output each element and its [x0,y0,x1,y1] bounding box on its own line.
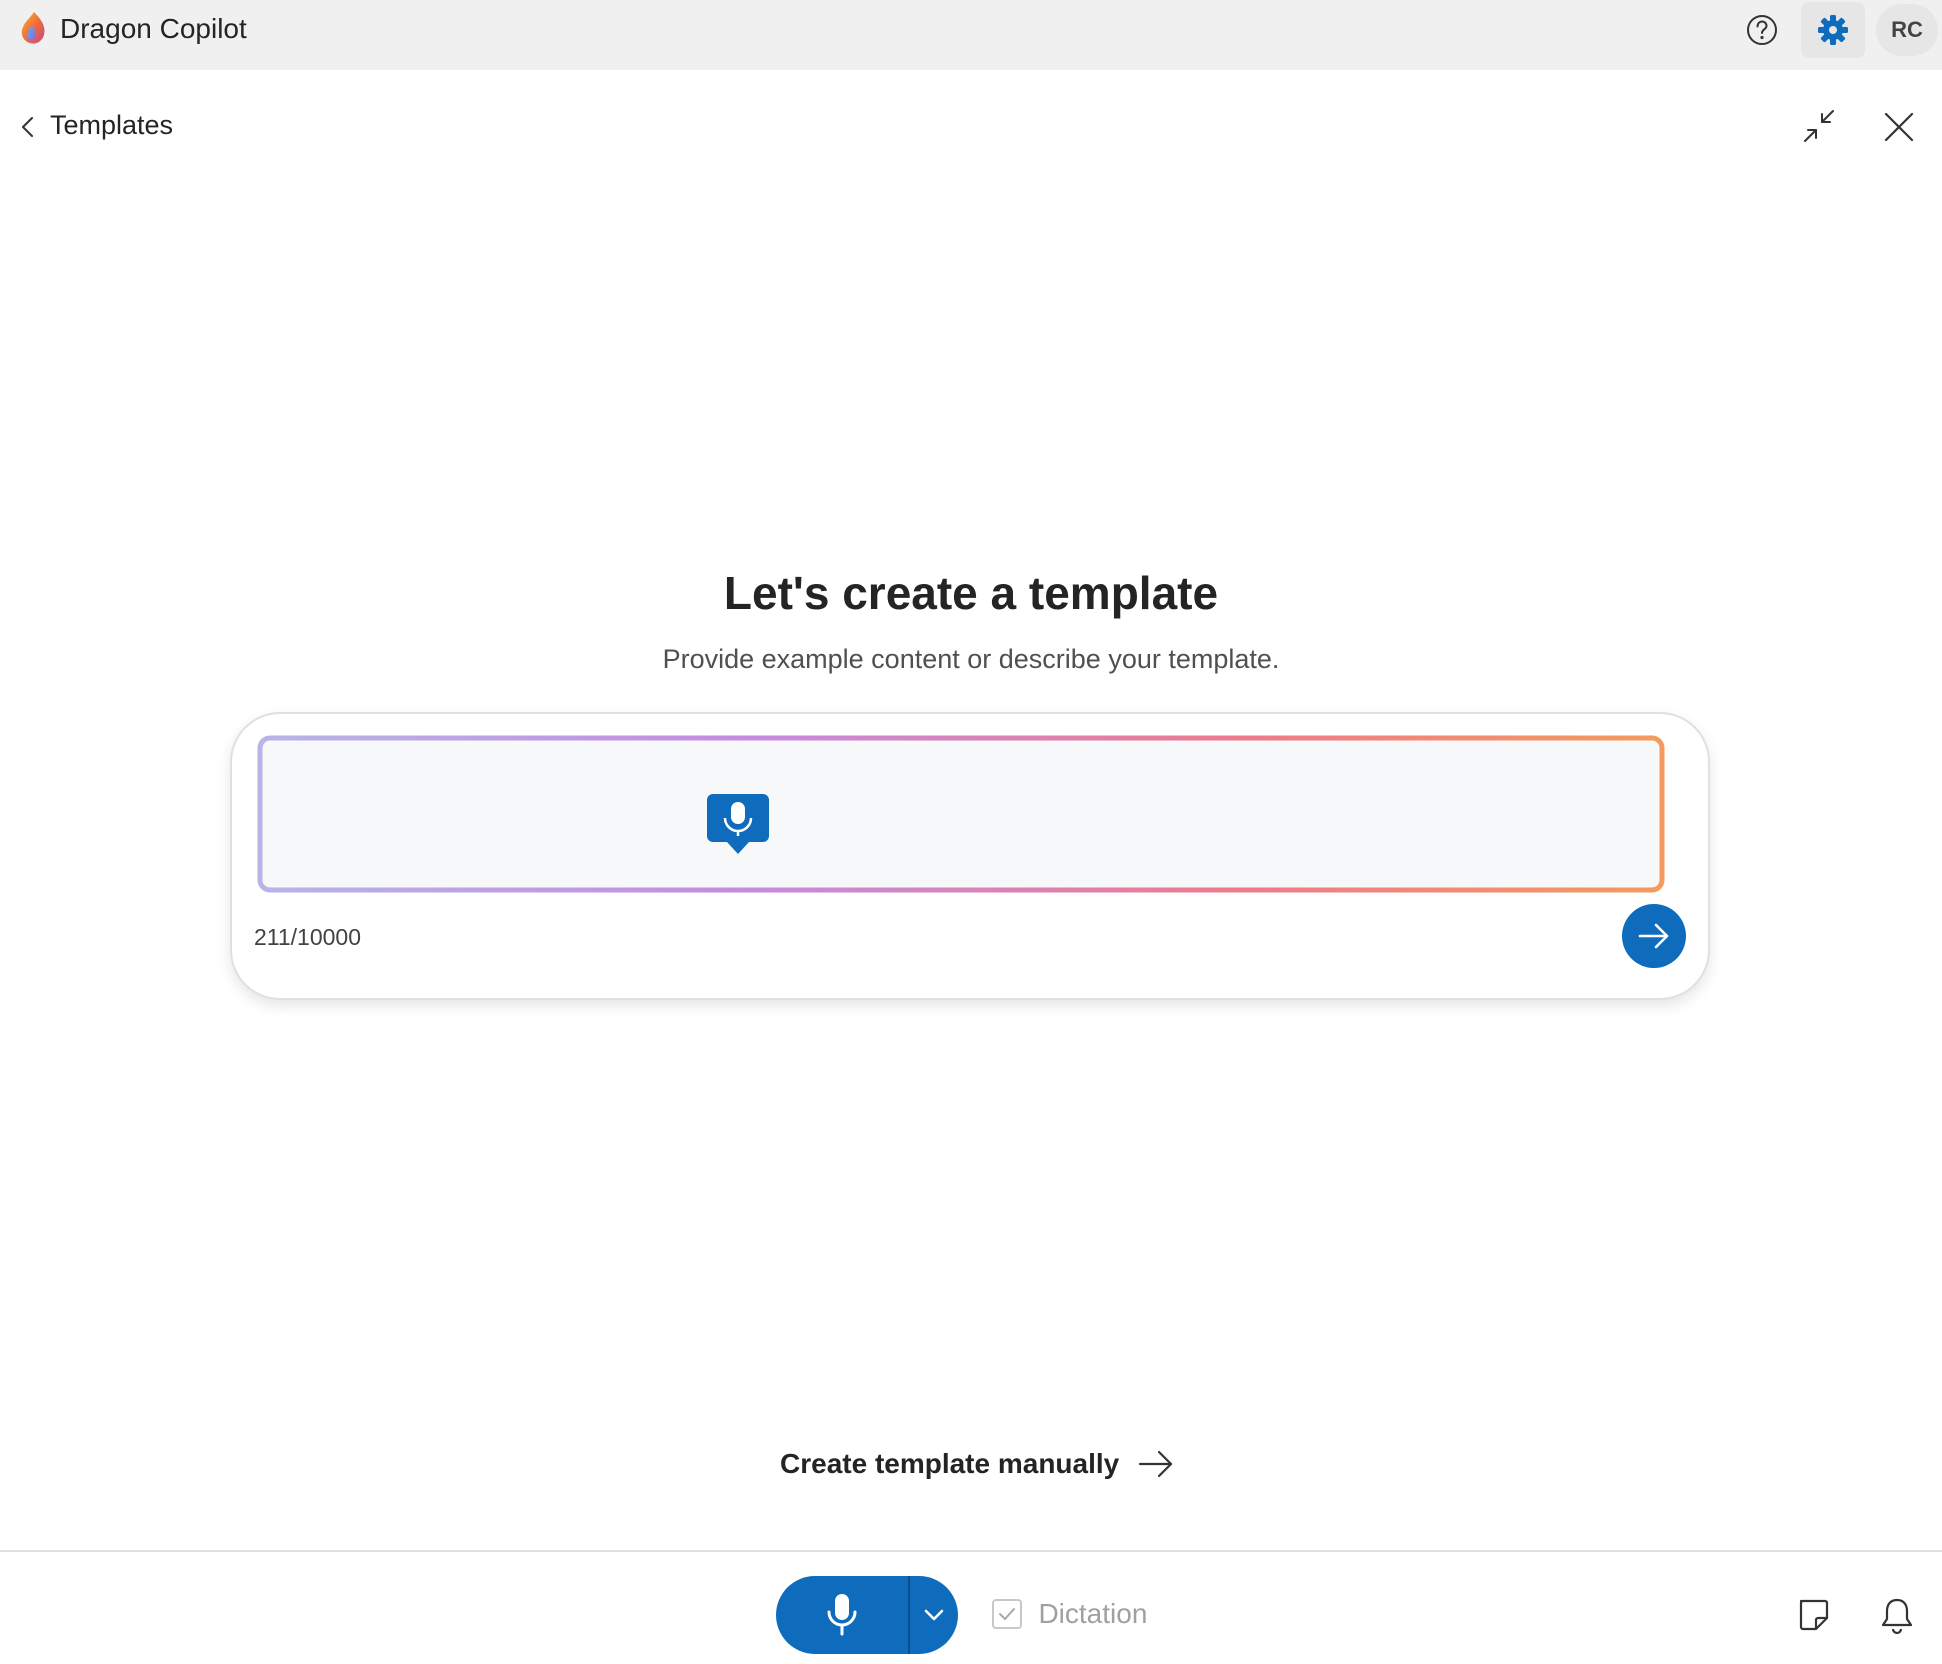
arrow-right-icon [1638,923,1669,949]
close-button[interactable] [1878,106,1920,148]
chevron-down-icon [924,1609,944,1621]
notifications-button[interactable] [1876,1594,1918,1636]
help-icon [1747,15,1777,45]
close-icon [1884,112,1914,142]
microphone-button-group [776,1576,958,1654]
create-template-manually-link[interactable]: Create template manually [780,1448,1174,1488]
back-button[interactable] [14,110,44,144]
checkmark-icon [999,1608,1015,1620]
dragon-copilot-logo-icon [21,12,45,44]
template-input-area[interactable] [256,734,1666,894]
create-template-manually-label: Create template manually [780,1448,1120,1479]
main-title: Let's create a template [723,567,1219,619]
main-subtitle: Provide example content or describe your… [662,644,1280,674]
microphone-button[interactable] [776,1576,908,1654]
collapse-icon [1804,110,1834,142]
gear-icon [1818,15,1848,45]
bottom-divider [0,1550,1942,1552]
help-button[interactable] [1730,2,1794,58]
send-button[interactable] [1622,904,1686,968]
sticky-note-button[interactable] [1792,1594,1834,1636]
sticky-note-icon [1799,1599,1829,1631]
app-title: Dragon Copilot [60,13,247,44]
dictation-checkbox[interactable] [992,1599,1022,1629]
arrow-right-icon [1138,1450,1172,1478]
settings-button[interactable] [1801,2,1865,58]
user-avatar[interactable]: RC [1876,4,1938,56]
bell-icon [1881,1598,1913,1635]
microphone-icon [827,1594,857,1636]
dictation-toggle[interactable]: Dictation [992,1598,1147,1634]
microphone-options-button[interactable] [910,1576,958,1654]
collapse-button[interactable] [1798,106,1840,148]
title-bar: Dragon Copilot RC [0,0,1942,70]
dictation-label: Dictation [1038,1598,1148,1629]
chevron-left-icon [22,117,33,137]
page-title: Templates [50,110,174,140]
character-count: 211/10000 [254,924,362,950]
input-frame [257,735,1665,893]
